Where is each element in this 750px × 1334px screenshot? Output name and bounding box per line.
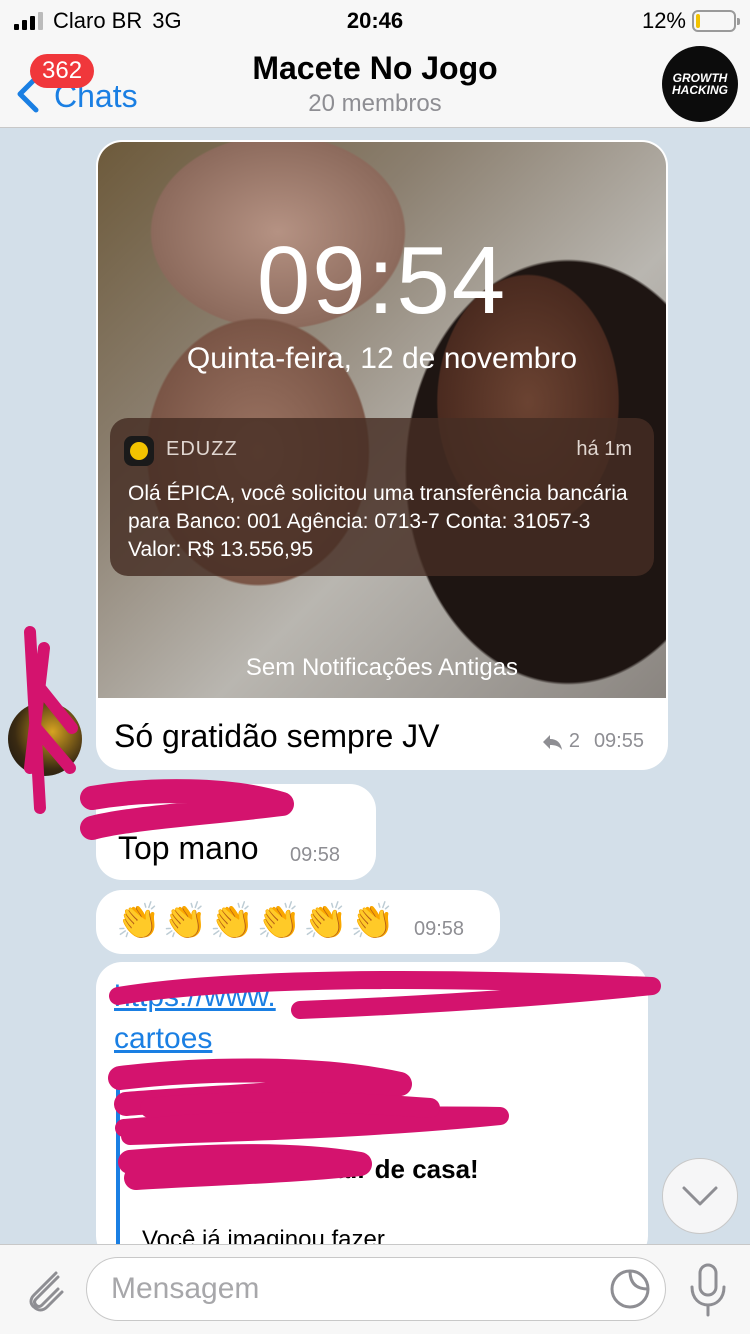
- status-right: 12%: [641, 8, 740, 34]
- message-input[interactable]: [86, 1257, 666, 1321]
- microphone-icon[interactable]: [686, 1261, 730, 1319]
- chevron-down-icon: [682, 1186, 718, 1206]
- composer-bar: [0, 1244, 750, 1334]
- message-list[interactable]: 09:54 Quinta-feira, 12 de novembro EDUZZ…: [0, 128, 750, 1244]
- redaction-scribble: [24, 626, 661, 1190]
- battery-fill: [696, 14, 701, 28]
- scroll-down-button[interactable]: [662, 1158, 738, 1234]
- status-time: 20:46: [346, 8, 404, 33]
- battery-icon: [692, 10, 740, 32]
- avatar-text-2: HACKING: [672, 83, 728, 97]
- group-avatar[interactable]: GROWTH HACKING: [662, 46, 738, 122]
- sticker-icon[interactable]: [608, 1267, 652, 1311]
- status-bar: Claro BR 3G 20:46 12%: [0, 0, 750, 40]
- attach-paperclip-icon[interactable]: [18, 1263, 68, 1317]
- chat-title[interactable]: Macete No Jogo: [0, 50, 750, 87]
- member-count: 20 membros: [308, 90, 442, 117]
- chat-header: Chats 362 Macete No Jogo 20 membros GROW…: [0, 40, 750, 128]
- battery-percent: 12%: [641, 8, 686, 33]
